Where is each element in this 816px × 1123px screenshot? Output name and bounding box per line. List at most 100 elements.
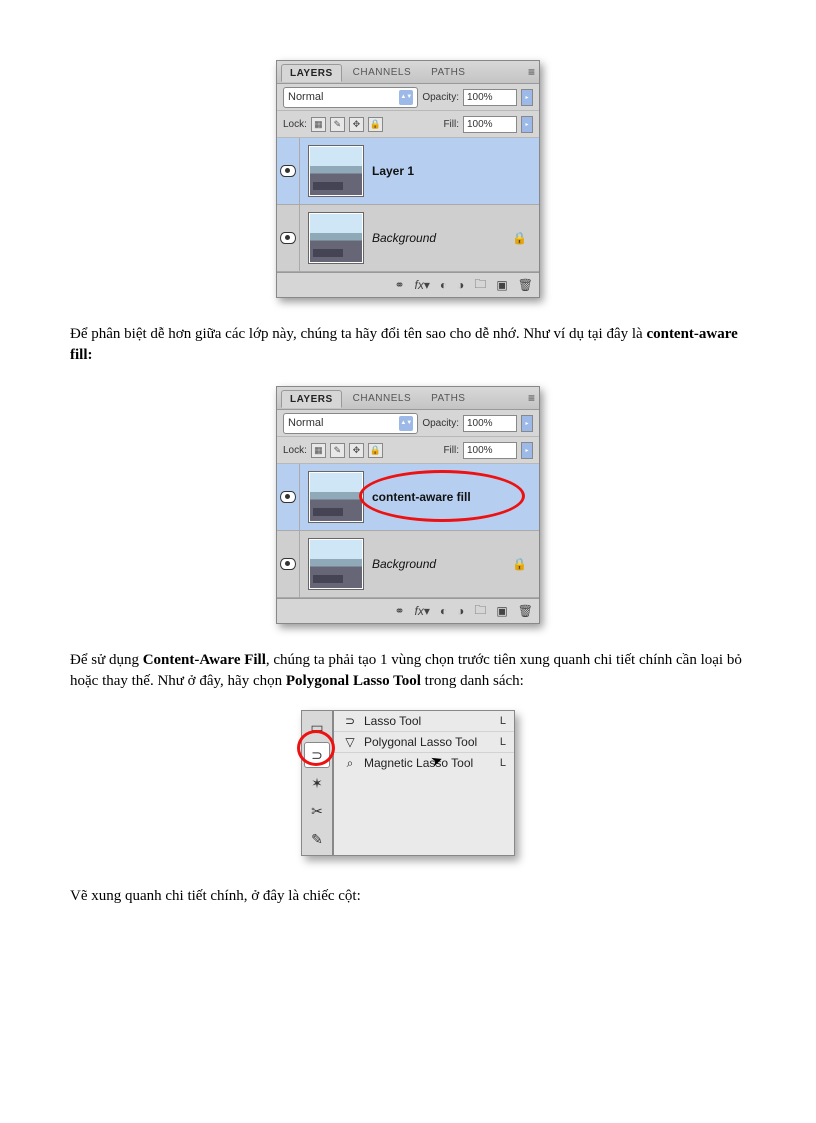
polygonal-lasso-icon: ▽ <box>342 735 358 749</box>
layers-list: content-aware fill Background 🔒 <box>277 464 539 598</box>
mask-icon[interactable]: ◐ <box>440 604 447 618</box>
layer-thumbnail[interactable] <box>308 145 364 197</box>
fill-input[interactable]: 100% <box>463 116 517 133</box>
link-icon[interactable]: ⚭ <box>394 604 404 618</box>
new-layer-icon[interactable]: ▣ <box>496 604 507 618</box>
paragraph-3: Vẽ xung quanh chi tiết chính, ở đây là c… <box>70 886 746 907</box>
eyedropper-btn[interactable]: ✎ <box>304 826 330 852</box>
polygonal-label: Polygonal Lasso Tool <box>364 735 477 749</box>
panel-tabs: LAYERS CHANNELS PATHS ≡ <box>277 61 539 84</box>
marquee-tool-btn[interactable]: ▭ <box>304 714 330 740</box>
fill-label: Fill: <box>443 445 459 456</box>
tab-layers[interactable]: LAYERS <box>281 64 342 82</box>
blend-dropdown-icon: ▲▼ <box>399 90 413 105</box>
lock-all-icon[interactable]: 🔒 <box>368 443 383 458</box>
visibility-toggle[interactable] <box>277 464 300 530</box>
lock-transparency-icon[interactable]: ▦ <box>311 117 326 132</box>
menu-item-lasso[interactable]: ⊃ Lasso Tool L <box>334 711 514 732</box>
mask-icon[interactable]: ◐ <box>440 278 447 292</box>
lock-row: Lock: ▦ ✎ ✥ 🔒 Fill: 100% ▸ <box>277 111 539 138</box>
group-icon[interactable]: 🗀 <box>474 601 486 622</box>
fill-dropdown-icon[interactable]: ▸ <box>521 442 533 459</box>
visibility-toggle[interactable] <box>277 531 300 597</box>
layer-row-layer1[interactable]: Layer 1 <box>277 138 539 205</box>
blend-dropdown-icon: ▲▼ <box>399 416 413 431</box>
shortcut: L <box>500 757 506 769</box>
lock-label: Lock: <box>283 445 307 456</box>
panel-footer: ⚭ fx▾ ◐ ◑ 🗀 ▣ 🗑 <box>277 598 539 623</box>
eye-icon <box>280 491 296 503</box>
panel-footer: ⚭ fx▾ ◐ ◑ 🗀 ▣ 🗑 <box>277 272 539 297</box>
lock-position-icon[interactable]: ✥ <box>349 443 364 458</box>
layer-name-renamed[interactable]: content-aware fill <box>372 490 471 504</box>
layer-row-background[interactable]: Background 🔒 <box>277 531 539 598</box>
group-icon[interactable]: 🗀 <box>474 275 486 296</box>
tool-flyout: ▭ ⊃ ✶ ✂ ✎ ⊃ Lasso Tool L ▽ Polygonal Las… <box>301 710 515 856</box>
shortcut: L <box>500 715 506 727</box>
layers-panel-renamed: LAYERS CHANNELS PATHS ≡ Normal ▲▼ Opacit… <box>276 386 540 624</box>
fill-dropdown-icon[interactable]: ▸ <box>521 116 533 133</box>
magic-wand-btn[interactable]: ✶ <box>304 770 330 796</box>
fx-icon[interactable]: fx▾ <box>415 278 430 292</box>
blend-mode-select[interactable]: Normal ▲▼ <box>283 413 418 434</box>
tab-channels[interactable]: CHANNELS <box>344 389 420 407</box>
trash-icon[interactable]: 🗑 <box>518 278 533 292</box>
layers-panel: LAYERS CHANNELS PATHS ≡ Normal ▲▼ Opacit… <box>276 60 540 298</box>
tab-paths[interactable]: PATHS <box>422 389 474 407</box>
new-layer-icon[interactable]: ▣ <box>496 278 507 292</box>
visibility-toggle[interactable] <box>277 205 300 271</box>
menu-item-magnetic[interactable]: ⌕ Magnetic Lasso Tool L <box>334 753 514 773</box>
tab-paths[interactable]: PATHS <box>422 63 474 81</box>
fx-icon[interactable]: fx▾ <box>415 604 430 618</box>
eye-icon <box>280 165 296 177</box>
fill-label: Fill: <box>443 119 459 130</box>
lock-icon: 🔒 <box>512 557 527 571</box>
lock-all-icon[interactable]: 🔒 <box>368 117 383 132</box>
adjustment-icon[interactable]: ◑ <box>457 604 464 618</box>
tab-channels[interactable]: CHANNELS <box>344 63 420 81</box>
layers-panel-wrap-1: LAYERS CHANNELS PATHS ≡ Normal ▲▼ Opacit… <box>70 60 746 298</box>
eye-icon <box>280 558 296 570</box>
link-icon[interactable]: ⚭ <box>394 278 404 292</box>
paragraph-1: Để phân biệt dễ hơn giữa các lớp này, ch… <box>70 324 746 366</box>
fill-input[interactable]: 100% <box>463 442 517 459</box>
tool-flyout-wrap: ▭ ⊃ ✶ ✂ ✎ ⊃ Lasso Tool L ▽ Polygonal Las… <box>70 710 746 856</box>
lock-icon: 🔒 <box>512 231 527 245</box>
lock-pixels-icon[interactable]: ✎ <box>330 117 345 132</box>
paragraph-2: Để sử dụng Content-Aware Fill, chúng ta … <box>70 650 746 692</box>
blend-row: Normal ▲▼ Opacity: 100% ▸ <box>277 410 539 437</box>
crop-tool-btn[interactable]: ✂ <box>304 798 330 824</box>
opacity-label: Opacity: <box>422 92 459 103</box>
menu-item-polygonal[interactable]: ▽ Polygonal Lasso Tool L <box>334 732 514 753</box>
lasso-tool-btn[interactable]: ⊃ <box>304 742 330 768</box>
tab-layers[interactable]: LAYERS <box>281 390 342 408</box>
layer-thumbnail[interactable] <box>308 538 364 590</box>
opacity-dropdown-icon[interactable]: ▸ <box>521 89 533 106</box>
lock-row: Lock: ▦ ✎ ✥ 🔒 Fill: 100% ▸ <box>277 437 539 464</box>
opacity-dropdown-icon[interactable]: ▸ <box>521 415 533 432</box>
layer-thumbnail[interactable] <box>308 212 364 264</box>
opacity-input[interactable]: 100% <box>463 89 517 106</box>
lasso-label: Lasso Tool <box>364 714 421 728</box>
blend-mode-value: Normal <box>288 91 323 103</box>
trash-icon[interactable]: 🗑 <box>518 604 533 618</box>
lock-position-icon[interactable]: ✥ <box>349 117 364 132</box>
lasso-flyout-menu: ⊃ Lasso Tool L ▽ Polygonal Lasso Tool L … <box>333 710 515 856</box>
shortcut: L <box>500 736 506 748</box>
layer-name-background[interactable]: Background <box>372 231 436 245</box>
blend-mode-select[interactable]: Normal ▲▼ <box>283 87 418 108</box>
panel-menu-icon[interactable]: ≡ <box>528 391 535 405</box>
panel-tabs: LAYERS CHANNELS PATHS ≡ <box>277 387 539 410</box>
layers-panel-wrap-2: LAYERS CHANNELS PATHS ≡ Normal ▲▼ Opacit… <box>70 386 746 624</box>
layer-row-background[interactable]: Background 🔒 <box>277 205 539 272</box>
lock-transparency-icon[interactable]: ▦ <box>311 443 326 458</box>
visibility-toggle[interactable] <box>277 138 300 204</box>
layer-name-background[interactable]: Background <box>372 557 436 571</box>
adjustment-icon[interactable]: ◑ <box>457 278 464 292</box>
opacity-input[interactable]: 100% <box>463 415 517 432</box>
layer-name-layer1[interactable]: Layer 1 <box>372 164 414 178</box>
layer-thumbnail[interactable] <box>308 471 364 523</box>
layer-row-renamed[interactable]: content-aware fill <box>277 464 539 531</box>
panel-menu-icon[interactable]: ≡ <box>528 65 535 79</box>
lock-pixels-icon[interactable]: ✎ <box>330 443 345 458</box>
